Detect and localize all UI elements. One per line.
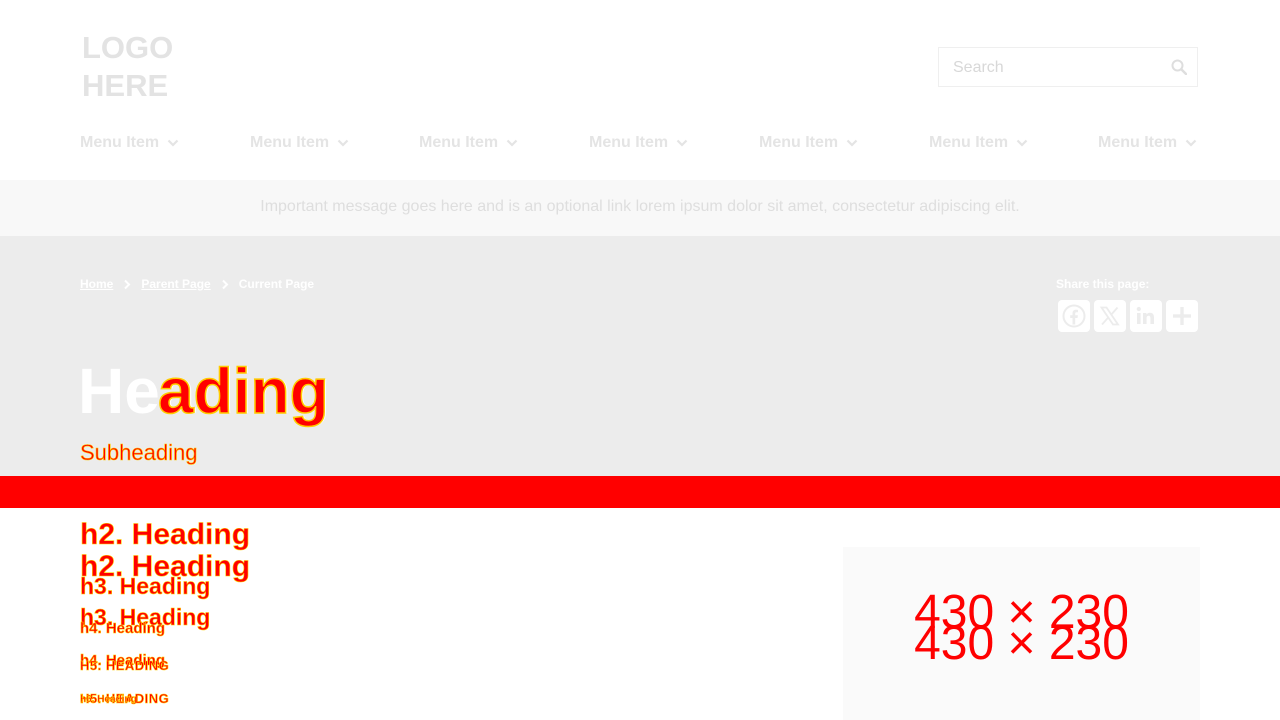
search-input[interactable] [951, 48, 1175, 88]
x-icon [1099, 306, 1120, 326]
search-icon[interactable] [1171, 59, 1187, 75]
menu-item-label: Menu Item [419, 134, 499, 151]
page-title-overlay: ading [157, 355, 329, 427]
menu-item-label: Menu Item [759, 134, 839, 151]
menu-item-label: Menu Item [589, 134, 669, 151]
menu-item-1[interactable]: Menu Item [80, 132, 179, 154]
share-facebook-button[interactable] [1058, 300, 1090, 332]
menu-item-7[interactable]: Menu Item [1098, 132, 1197, 154]
chevron-right-icon [222, 279, 229, 289]
search-box [938, 47, 1198, 88]
menu-item-label: Menu Item [250, 134, 330, 151]
h2-heading: h2. Heading [80, 518, 251, 551]
breadcrumb-current: Current Page [238, 277, 315, 291]
chevron-down-icon [1016, 139, 1028, 147]
linkedin-icon [1136, 306, 1154, 324]
share-more-button[interactable] [1166, 300, 1198, 332]
logo-line-2: HERE [82, 68, 169, 103]
menu-item-5[interactable]: Menu Item [759, 132, 858, 154]
menu-item-3[interactable]: Menu Item [419, 132, 518, 154]
menu-item-4[interactable]: Menu Item [589, 132, 688, 154]
breadcrumb-parent[interactable]: Parent Page [141, 277, 210, 291]
share-x-button[interactable] [1094, 300, 1126, 332]
chevron-down-icon [676, 139, 688, 147]
share-linkedin-button[interactable] [1130, 300, 1162, 332]
image-placeholder-label-duplicate: 430 × 230 [914, 617, 1129, 670]
page-subheading: Subheading [80, 440, 198, 466]
h5-heading: H5. HEADING [80, 658, 170, 674]
breadcrumb: Home Parent Page Current Page [80, 277, 314, 291]
menu-item-label: Menu Item [929, 134, 1009, 151]
menu-item-6[interactable]: Menu Item [929, 132, 1028, 154]
logo[interactable]: LOGO HERE [82, 29, 173, 105]
chevron-down-icon [1185, 139, 1197, 147]
h3-heading: h3. Heading [80, 573, 211, 600]
logo-line-1: LOGO [82, 30, 174, 65]
h4-heading: h4. Heading [80, 620, 166, 638]
facebook-icon [1062, 304, 1086, 328]
menu-item-2[interactable]: Menu Item [250, 132, 349, 154]
chevron-down-icon [167, 139, 179, 147]
chevron-down-icon [337, 139, 349, 147]
chevron-down-icon [846, 139, 858, 147]
chevron-down-icon [506, 139, 518, 147]
breadcrumb-home[interactable]: Home [80, 277, 113, 291]
plus-icon [1173, 307, 1191, 325]
alert-message[interactable]: Important message goes here and is an op… [0, 198, 1280, 216]
alert-bar: Important message goes here and is an op… [0, 180, 1280, 236]
menu-item-label: Menu Item [80, 134, 160, 151]
share-label: Share this page: [1056, 277, 1150, 291]
h6-heading: h6. Heading [80, 694, 137, 706]
chevron-right-icon [124, 279, 131, 289]
menu-item-label: Menu Item [1098, 134, 1178, 151]
accent-bar [0, 476, 1280, 508]
